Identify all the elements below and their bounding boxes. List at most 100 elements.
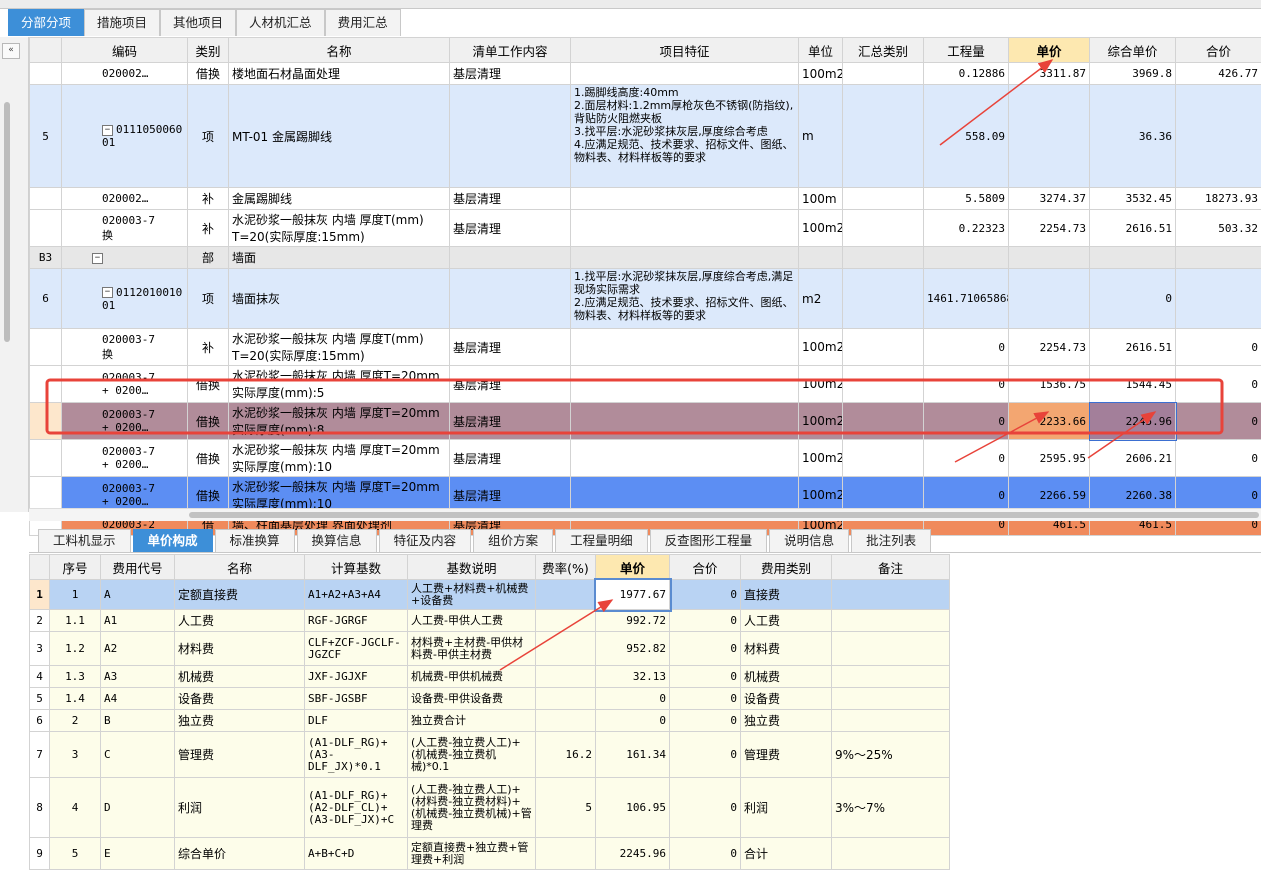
col-header-code[interactable]: 编码 <box>61 37 188 63</box>
cell-calc-base[interactable]: A1+A2+A3+A4 <box>304 579 408 610</box>
cell-category[interactable]: 补 <box>187 209 229 247</box>
cell-code[interactable]: 020002… <box>61 62 188 85</box>
sub-col-header-rate[interactable]: 费率(%) <box>535 554 596 580</box>
cell-summary-type[interactable] <box>842 402 924 440</box>
tab-fenbu-fenxiang[interactable]: 分部分项 <box>8 9 85 36</box>
cell-code[interactable]: − <box>61 246 188 269</box>
cell-category[interactable]: 项 <box>187 84 229 188</box>
cell-total[interactable]: 0 <box>669 631 741 666</box>
col-header-total[interactable]: 合价 <box>1175 37 1261 63</box>
cell-fee-code[interactable]: A2 <box>100 631 175 666</box>
cell-unit[interactable]: 100m2 <box>798 328 843 366</box>
cell-fee-type[interactable]: 独立费 <box>740 709 832 732</box>
fee-row[interactable]: 3 1.2 A2 材料费 CLF+ZCF-JGCLF-JGZCF 材料费+主材费-甲供材料… <box>29 631 950 666</box>
cell-name[interactable]: MT-01 金属踢脚线 <box>228 84 450 188</box>
cell-fee-code[interactable]: B <box>100 709 175 732</box>
cell-unit[interactable]: 100m2 <box>798 209 843 247</box>
cell-summary-type[interactable] <box>842 84 924 188</box>
cell-name[interactable]: 利润 <box>174 777 305 838</box>
cell-quantity[interactable]: 0 <box>923 439 1009 477</box>
cell-fee-code[interactable]: A1 <box>100 609 175 632</box>
cell-fee-type[interactable]: 直接费 <box>740 579 832 610</box>
tab-cuoshi-xiangmu[interactable]: 措施项目 <box>84 9 161 36</box>
collapse-panel-icon[interactable]: « <box>2 43 20 59</box>
cell-base-desc[interactable]: (人工费-独立费人工)+(机械费-独立费机械)*0.1 <box>407 731 536 778</box>
cell-remark[interactable]: 9%～25% <box>831 731 950 778</box>
fee-row[interactable]: 2 1.1 A1 人工费 RGF-JGRGF 人工费-甲供人工费 992.72 0 人工费 <box>29 609 950 632</box>
cell-composite-price[interactable]: 0 <box>1089 268 1176 329</box>
cell-calc-base[interactable]: SBF-JGSBF <box>304 687 408 710</box>
cell-quantity[interactable]: 0 <box>923 328 1009 366</box>
cell-features[interactable] <box>570 439 799 477</box>
cell-work-content[interactable] <box>449 268 571 329</box>
cell-features[interactable] <box>570 328 799 366</box>
cell-quantity[interactable]: 558.09 <box>923 84 1009 188</box>
table-row[interactable]: 020002… 借换 楼地面石材晶面处理 基层清理 100m2 0.12886 3311.8… <box>29 62 1261 85</box>
fee-row[interactable]: 9 5 E 综合单价 A+B+C+D 定额直接费+独立费+管理费+利润 2245.96 0 合计 <box>29 837 950 870</box>
cell-fee-type[interactable]: 材料费 <box>740 631 832 666</box>
col-header-work-content[interactable]: 清单工作内容 <box>449 37 571 63</box>
cell-base-desc[interactable]: 材料费+主材费-甲供材料费-甲供主材费 <box>407 631 536 666</box>
cell-work-content[interactable] <box>449 84 571 188</box>
cell-category[interactable]: 借换 <box>187 62 229 85</box>
tab-shuoming-xinxi[interactable]: 说明信息 <box>769 529 850 553</box>
cell-unit-price[interactable]: 0 <box>595 687 670 710</box>
sub-col-header-seq[interactable]: 序号 <box>49 554 101 580</box>
cell-total[interactable]: 0 <box>669 665 741 688</box>
tab-tezheng-neirong[interactable]: 特征及内容 <box>378 529 472 553</box>
cell-base-desc[interactable]: 机械费-甲供机械费 <box>407 665 536 688</box>
cell-base-desc[interactable]: 定额直接费+独立费+管理费+利润 <box>407 837 536 870</box>
cell-work-content[interactable]: 基层清理 <box>449 62 571 85</box>
cell-unit[interactable]: 100m2 <box>798 439 843 477</box>
cell-unit[interactable]: 100m2 <box>798 365 843 403</box>
cell-code[interactable]: 020002… <box>61 187 188 210</box>
sub-col-header-name[interactable]: 名称 <box>174 554 305 580</box>
cell-name[interactable]: 设备费 <box>174 687 305 710</box>
cell-features[interactable] <box>570 209 799 247</box>
cell-total[interactable]: 18273.93 <box>1175 187 1261 210</box>
cell-features[interactable]: 1.找平层:水泥砂浆抹灰层,厚度综合考虑,满足现场实际需求 2.应满足规范、技术… <box>570 268 799 329</box>
cell-unit-price[interactable]: 32.13 <box>595 665 670 688</box>
cell-code[interactable]: 020003-7 + 0200… <box>61 439 188 477</box>
cell-remark[interactable] <box>831 665 950 688</box>
col-header-features[interactable]: 项目特征 <box>570 37 799 63</box>
cell-total[interactable] <box>1175 246 1261 269</box>
sub-col-header-total[interactable]: 合价 <box>669 554 741 580</box>
cell-unit-price[interactable]: 2245.96 <box>595 837 670 870</box>
cell-total[interactable]: 0 <box>669 609 741 632</box>
cell-summary-type[interactable] <box>842 246 924 269</box>
cell-total[interactable]: 0 <box>669 709 741 732</box>
cell-total[interactable]: 0 <box>669 731 741 778</box>
cell-work-content[interactable]: 基层清理 <box>449 328 571 366</box>
cell-unit-price[interactable]: 2595.95 <box>1008 439 1090 477</box>
cell-name[interactable]: 人工费 <box>174 609 305 632</box>
cell-features[interactable] <box>570 62 799 85</box>
cell-total[interactable]: 503.32 <box>1175 209 1261 247</box>
cell-features[interactable] <box>570 402 799 440</box>
cell-summary-type[interactable] <box>842 365 924 403</box>
cell-features[interactable] <box>570 187 799 210</box>
cell-features[interactable] <box>570 246 799 269</box>
cell-category[interactable]: 补 <box>187 328 229 366</box>
cell-unit-price[interactable]: 2254.73 <box>1008 209 1090 247</box>
cell-unit-price[interactable]: 3311.87 <box>1008 62 1090 85</box>
tab-qita-xiangmu[interactable]: 其他项目 <box>160 9 237 36</box>
cell-work-content[interactable]: 基层清理 <box>449 209 571 247</box>
cell-fee-code[interactable]: A3 <box>100 665 175 688</box>
cell-composite-price[interactable]: 36.36 <box>1089 84 1176 188</box>
table-row[interactable]: B3 − 部 墙面 <box>29 246 1261 269</box>
cell-rate[interactable] <box>535 837 596 870</box>
cell-features[interactable]: 1.踢脚线高度:40mm 2.面层材料:1.2mm厚枪灰色不锈钢(防指纹),背贴… <box>570 84 799 188</box>
cell-base-desc[interactable]: 人工费-甲供人工费 <box>407 609 536 632</box>
cell-summary-type[interactable] <box>842 439 924 477</box>
cell-unit-price[interactable]: 106.95 <box>595 777 670 838</box>
cell-code[interactable]: 020003-7 换 <box>61 209 188 247</box>
cell-total[interactable] <box>1175 268 1261 329</box>
table-row[interactable]: 020003-7 换 补 水泥砂浆一般抹灰 内墙 厚度T(mm) T=20(实际厚度… <box>29 209 1261 247</box>
cell-seq[interactable]: 4 <box>49 777 101 838</box>
cell-total[interactable]: 0 <box>1175 328 1261 366</box>
cell-seq[interactable]: 1.4 <box>49 687 101 710</box>
cell-name[interactable]: 管理费 <box>174 731 305 778</box>
sub-col-header-base-desc[interactable]: 基数说明 <box>407 554 536 580</box>
cell-code[interactable]: 020003-7 + 0200… <box>61 365 188 403</box>
